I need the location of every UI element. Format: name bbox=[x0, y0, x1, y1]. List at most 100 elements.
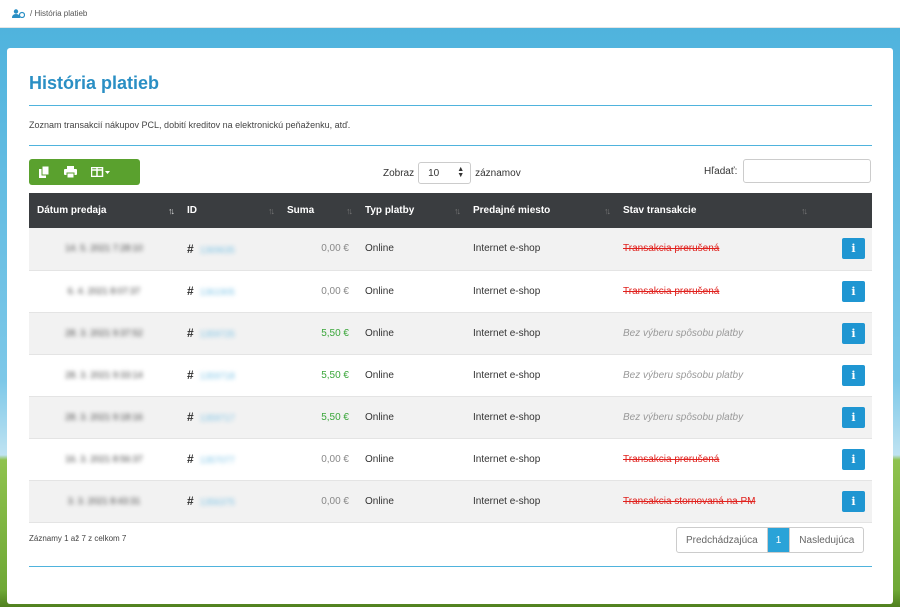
cell-sum: 5,50 € bbox=[321, 369, 349, 381]
cell-status: Bez výberu spôsobu platby bbox=[623, 327, 744, 339]
cell-type: Online bbox=[365, 369, 394, 381]
info-button[interactable]: i bbox=[842, 364, 865, 386]
table-row: 28. 3. 2021 9:37:52 #1359725 5,50 € Onli… bbox=[29, 312, 872, 354]
cell-date: 28. 3. 2021 9:18:16 bbox=[65, 411, 143, 422]
page-description: Zoznam transakcií nákupov PCL, dobití kr… bbox=[29, 120, 351, 130]
cell-actions: i bbox=[812, 480, 872, 522]
transaction-id-link[interactable]: 1356375 bbox=[200, 497, 235, 507]
length-suffix: záznamov bbox=[475, 167, 521, 179]
user-icon[interactable] bbox=[12, 9, 25, 18]
cell-place: Internet e-shop bbox=[473, 411, 541, 423]
pagination-previous[interactable]: Predchádzajúca bbox=[677, 528, 768, 552]
cell-type: Online bbox=[365, 243, 394, 255]
cell-status: Bez výberu spôsobu platby bbox=[623, 411, 744, 423]
cell-status: Transakcia prerušená bbox=[623, 243, 720, 255]
sort-icon: ↑↓ bbox=[801, 205, 808, 216]
cell-id: #1359725 bbox=[187, 326, 235, 340]
cell-sum: 0,00 € bbox=[321, 285, 349, 297]
sort-icon: ↑↓ bbox=[168, 205, 175, 216]
cell-place: Internet e-shop bbox=[473, 327, 541, 339]
breadcrumb-separator: / bbox=[30, 9, 33, 18]
info-button[interactable]: i bbox=[842, 490, 865, 512]
transaction-id-link[interactable]: 1361905 bbox=[200, 287, 235, 297]
table-row: 6. 4. 2021 8:07:37 #1361905 0,00 € Onlin… bbox=[29, 270, 872, 312]
cell-place: Internet e-shop bbox=[473, 495, 541, 507]
info-button[interactable]: i bbox=[842, 448, 865, 470]
select-arrows-icon: ▲ ▼ bbox=[457, 166, 465, 179]
table-header-row: Dátum predaja ↑↓ ID ↑↓ Suma ↑↓ Typ platby ↑↓… bbox=[29, 193, 872, 228]
info-button[interactable]: i bbox=[842, 238, 865, 260]
pagination: Predchádzajúca 1 Nasledujúca bbox=[676, 527, 865, 553]
sort-icon: ↑↓ bbox=[268, 205, 275, 216]
cell-date: 3. 3. 2021 8:43:31 bbox=[67, 495, 141, 506]
sort-icon: ↑↓ bbox=[604, 205, 611, 216]
cell-actions: i bbox=[812, 396, 872, 438]
info-button[interactable]: i bbox=[842, 406, 865, 428]
columns-icon bbox=[91, 167, 110, 177]
pagination-page-1[interactable]: 1 bbox=[767, 528, 790, 552]
cell-type: Online bbox=[365, 453, 394, 465]
length-prefix: Zobraz bbox=[383, 167, 415, 179]
info-button[interactable]: i bbox=[842, 322, 865, 344]
cell-date: 28. 3. 2021 9:33:14 bbox=[65, 369, 143, 380]
cell-actions: i bbox=[812, 270, 872, 312]
copy-icon bbox=[39, 166, 50, 178]
transaction-id-link[interactable]: 1359718 bbox=[200, 371, 235, 381]
page-length-select[interactable]: 10 ▲ ▼ bbox=[418, 162, 472, 184]
pagination-next[interactable]: Nasledujúca bbox=[789, 528, 863, 552]
table-row: 3. 3. 2021 8:43:31 #1356375 0,00 € Onlin… bbox=[29, 480, 872, 522]
transaction-id-link[interactable]: 1369635 bbox=[200, 245, 235, 255]
description-divider bbox=[29, 145, 872, 146]
cell-sum: 5,50 € bbox=[321, 411, 349, 423]
column-header-type[interactable]: Typ platby ↑↓ bbox=[357, 193, 465, 228]
cell-type: Online bbox=[365, 285, 394, 297]
column-header-date[interactable]: Dátum predaja ↑↓ bbox=[29, 193, 179, 228]
transaction-id-link[interactable]: 1359717 bbox=[200, 413, 235, 423]
page-title: História platieb bbox=[29, 73, 160, 93]
sort-icon: ↑↓ bbox=[454, 205, 461, 216]
table-row: 28. 3. 2021 9:33:14 #1359718 5,50 € Onli… bbox=[29, 354, 872, 396]
sort-icon: ↑↓ bbox=[346, 205, 353, 216]
cell-place: Internet e-shop bbox=[473, 285, 541, 297]
table-row: 16. 3. 2021 8:56:37 #1357077 0,00 € Onli… bbox=[29, 438, 872, 480]
cell-place: Internet e-shop bbox=[473, 453, 541, 465]
cell-actions: i bbox=[812, 438, 872, 480]
cell-type: Online bbox=[365, 327, 394, 339]
footer-divider bbox=[29, 566, 872, 567]
cell-actions: i bbox=[812, 228, 872, 270]
search-input[interactable] bbox=[743, 159, 872, 183]
cell-id: #1357077 bbox=[187, 452, 235, 466]
table-row: 14. 5. 2021 7:28:10 #1369635 0,00 € Onli… bbox=[29, 228, 872, 270]
search-control: Hľadať: bbox=[704, 159, 872, 183]
copy-button[interactable] bbox=[39, 159, 50, 185]
print-button[interactable] bbox=[64, 159, 77, 185]
cell-sum: 0,00 € bbox=[321, 495, 349, 507]
cell-status: Transakcia prerušená bbox=[623, 453, 720, 465]
page-length-control: Zobraz 10 ▲ ▼ záznamov bbox=[383, 162, 521, 184]
table-row: 28. 3. 2021 9:18:16 #1359717 5,50 € Onli… bbox=[29, 396, 872, 438]
column-header-sum[interactable]: Suma ↑↓ bbox=[279, 193, 357, 228]
cell-id: #1356375 bbox=[187, 494, 235, 508]
cell-id: #1359717 bbox=[187, 410, 235, 424]
cell-sum: 0,00 € bbox=[321, 453, 349, 465]
search-label: Hľadať: bbox=[704, 165, 738, 177]
transaction-id-link[interactable]: 1357077 bbox=[200, 455, 235, 465]
column-header-status[interactable]: Stav transakcie ↑↓ bbox=[615, 193, 812, 228]
column-header-place[interactable]: Predajné miesto ↑↓ bbox=[465, 193, 615, 228]
info-button[interactable]: i bbox=[842, 280, 865, 302]
cell-date: 28. 3. 2021 9:37:52 bbox=[65, 327, 143, 338]
cell-sum: 0,00 € bbox=[321, 243, 349, 255]
cell-date: 14. 5. 2021 7:28:10 bbox=[65, 243, 143, 254]
transaction-id-link[interactable]: 1359725 bbox=[200, 329, 235, 339]
cell-id: #1361905 bbox=[187, 284, 235, 298]
cell-place: Internet e-shop bbox=[473, 243, 541, 255]
table-info: Záznamy 1 až 7 z celkom 7 bbox=[29, 534, 127, 543]
cell-date: 6. 4. 2021 8:07:37 bbox=[67, 285, 141, 296]
column-visibility-button[interactable] bbox=[91, 159, 111, 185]
cell-sum: 5,50 € bbox=[321, 327, 349, 339]
cell-status: Transakcia stornovaná na PM bbox=[623, 495, 756, 507]
cell-status: Transakcia prerušená bbox=[623, 285, 720, 297]
column-header-id[interactable]: ID ↑↓ bbox=[179, 193, 279, 228]
cell-id: #1369635 bbox=[187, 241, 235, 256]
cell-place: Internet e-shop bbox=[473, 369, 541, 381]
